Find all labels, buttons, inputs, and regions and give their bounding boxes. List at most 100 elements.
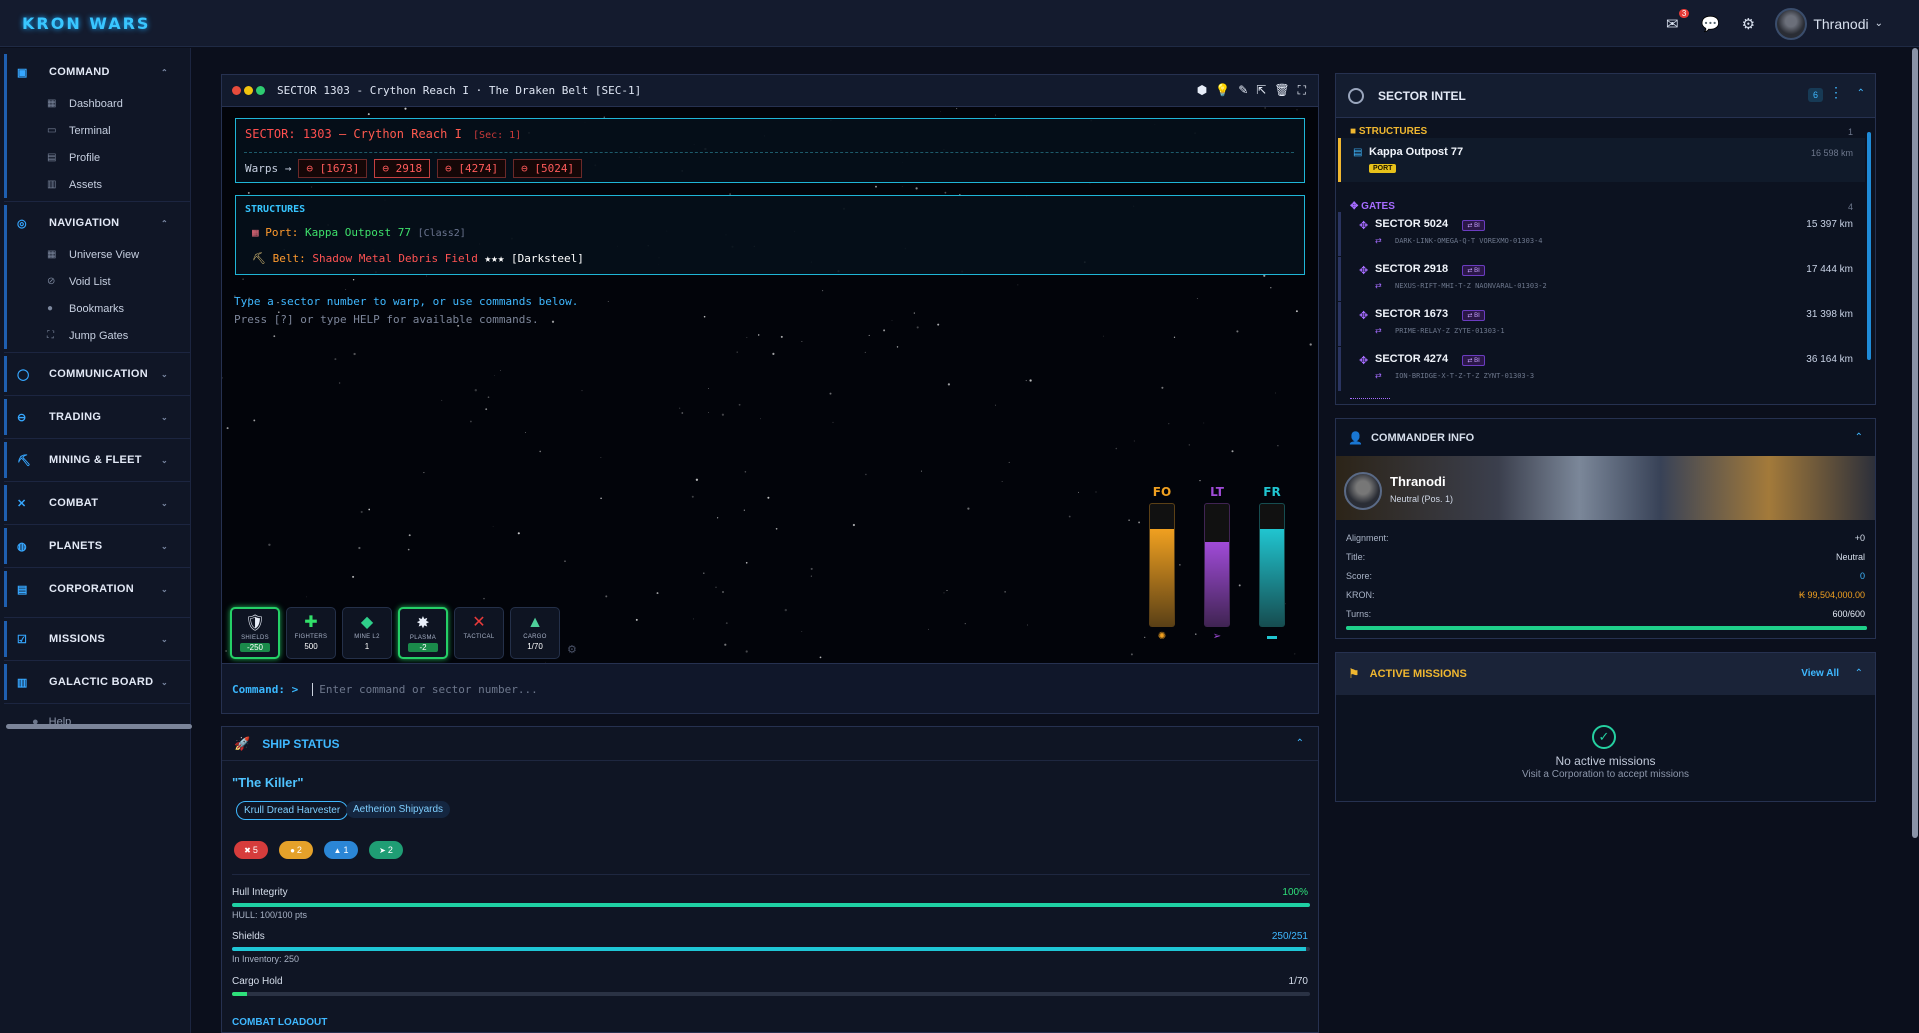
slot-fighters[interactable]: ✚ FIGHTERS 500 [286, 607, 336, 659]
more-icon[interactable]: ⋮ [1829, 84, 1843, 101]
star [222, 377, 223, 379]
fullscreen-icon[interactable]: ⛶ [1298, 83, 1306, 98]
ship-class-pill[interactable]: Krull Dread Harvester [236, 801, 349, 820]
sidebar-item-assets[interactable]: ▥ Assets [7, 171, 190, 198]
user-menu[interactable]: Thranodi ⌄ [1775, 7, 1883, 40]
warp-button-2918[interactable]: ⊖ 2918 [374, 159, 431, 178]
cube-icon[interactable]: ⬢ [1197, 83, 1207, 98]
command-input[interactable] [312, 683, 1293, 696]
bulb-icon[interactable]: 💡 [1215, 83, 1230, 98]
app-logo[interactable]: KRON WARS [22, 14, 150, 33]
intel-scrollbar[interactable] [1867, 132, 1871, 360]
sidebar-item-jump-gates[interactable]: ⛶ Jump Gates [7, 322, 190, 349]
nav-head-missions[interactable]: ☑ MISSIONS ⌄ [7, 621, 190, 657]
sidebar-item-void-list[interactable]: ⊘ Void List [7, 268, 190, 295]
intel-port-row[interactable]: ▤ Kappa Outpost 77 PORT 16 598 km [1338, 138, 1865, 182]
ship-status-header[interactable]: 🚀 SHIP STATUS ⌃ [222, 727, 1318, 761]
ship-chip[interactable]: ● 2 [279, 841, 313, 859]
pen-off-icon[interactable]: ✎ [1238, 83, 1248, 98]
slot-mine-l2[interactable]: ◆ MINE L2 1 [342, 607, 392, 659]
warp-label: [1673] [319, 162, 360, 175]
star [470, 420, 472, 423]
shields-value: 250/251 [1271, 931, 1308, 942]
nav-head-command[interactable]: ▣ COMMAND ⌃ [7, 54, 190, 90]
gauge-tube [1259, 503, 1285, 627]
star [1068, 515, 1071, 518]
terminal-toolbar: ⬢ 💡 ✎ ⇱ 🗑 ⛶ [1197, 83, 1306, 98]
trash-icon[interactable]: 🗑 [1274, 83, 1289, 98]
star [724, 643, 727, 646]
window-maximize-dot[interactable] [256, 86, 265, 95]
nav-head-mining-fleet[interactable]: ⛏ MINING & FLEET ⌄ [7, 442, 190, 478]
gate-icon: ✥ [1359, 220, 1369, 232]
nav-head-trading[interactable]: ⊖ TRADING ⌄ [7, 399, 190, 435]
sidebar-item-terminal[interactable]: ▭ Terminal [7, 117, 190, 144]
nav-head-corporation[interactable]: ▤ CORPORATION ⌄ [7, 571, 190, 607]
page-scrollbar[interactable] [1912, 48, 1918, 838]
structures-label: STRUCTURES [245, 204, 306, 215]
ship-chip[interactable]: ▲ 1 [324, 841, 358, 859]
star [810, 567, 813, 570]
gear-icon[interactable]: ⚙ [1737, 13, 1759, 35]
combat-loadout-label[interactable]: COMBAT LOADOUT [232, 1017, 327, 1028]
settings-small-icon[interactable]: ⚙ [567, 643, 577, 656]
nav-head-navigation[interactable]: ◎ NAVIGATION ⌃ [7, 205, 190, 241]
warp-button-5024[interactable]: ⊖ [5024] [513, 159, 583, 178]
slot-shields[interactable]: 🛡 SHIELDS -250 [230, 607, 280, 659]
intel-gate-row[interactable]: ✥ SECTOR 5024 ⇄ BI 15 397 km ⇄ DARK-LINK-OMEG… [1338, 212, 1865, 256]
chevron-up-icon[interactable]: ⌃ [1855, 432, 1863, 443]
intel-gate-row[interactable]: ✥ SECTOR 1673 ⇄ BI 31 398 km ⇄ PRIME-RELAY-Z … [1338, 302, 1865, 346]
external-link-icon[interactable]: ⇱ [1256, 83, 1266, 98]
window-minimize-dot[interactable] [244, 86, 253, 95]
ship-chip[interactable]: ➤ 2 [369, 841, 403, 859]
chevron-up-icon[interactable]: ⌃ [1855, 668, 1863, 679]
gauge-fo[interactable]: FO ✺ [1144, 485, 1180, 642]
star [1138, 521, 1141, 524]
mining-icon: ⛏ [17, 454, 32, 467]
sidebar-scrollbar[interactable] [6, 724, 192, 729]
sidebar-item-help[interactable]: ● Help [0, 707, 190, 737]
star [964, 623, 966, 625]
intel-gate-row[interactable]: ✥ SECTOR 4274 ⇄ BI 36 164 km ⇄ ION-BRIDGE-X-T… [1338, 347, 1865, 391]
chevron-up-icon[interactable]: ⌃ [1296, 738, 1304, 749]
sidebar-item-universe-view[interactable]: ▦ Universe View [7, 241, 190, 268]
gauge-fr[interactable]: FR ▬ [1254, 485, 1290, 642]
nav-head-combat[interactable]: ✕ COMBAT ⌄ [7, 485, 190, 521]
gate-tag: ⇄ BI [1462, 355, 1485, 366]
nav-head-communication[interactable]: ◯ COMMUNICATION ⌄ [7, 356, 190, 392]
pin-icon: ● [47, 303, 54, 314]
chevron-up-icon[interactable]: ⌃ [1857, 88, 1865, 99]
warp-button-1673[interactable]: ⊖ [1673] [298, 159, 368, 178]
slot-plasma[interactable]: ✸ PLASMA -2 [398, 607, 448, 659]
nav-head-label: GALACTIC BOARD [49, 676, 154, 688]
star [1231, 450, 1234, 453]
view-all-link[interactable]: View All [1801, 668, 1839, 679]
slot-tactical[interactable]: ✕ TACTICAL [454, 607, 504, 659]
star [679, 407, 681, 409]
star [311, 186, 313, 188]
intel-gate-row[interactable]: ✥ SECTOR 2918 ⇄ BI 17 444 km ⇄ NEXUS-RIFT-MHI… [1338, 257, 1865, 301]
structure-belt-row[interactable]: ⛏ Belt: Shadow Metal Debris Field ★★★ [D… [252, 252, 584, 265]
chip-value: 2 [387, 845, 393, 855]
chat-icon: ◯ [17, 368, 30, 381]
star [901, 185, 903, 187]
sidebar-item-dashboard[interactable]: ▦ Dashboard [7, 90, 190, 117]
gauge-lt[interactable]: LT ➢ [1199, 485, 1235, 642]
divider [4, 395, 190, 396]
warp-button-4274[interactable]: ⊖ [4274] [437, 159, 507, 178]
divider [4, 481, 190, 482]
window-close-dot[interactable] [232, 86, 241, 95]
chevron-up-icon: ⌃ [160, 218, 168, 228]
sidebar-item-profile[interactable]: ▤ Profile [7, 144, 190, 171]
nav-head-planets[interactable]: ◍ PLANETS ⌄ [7, 528, 190, 564]
mail-icon[interactable]: ✉ 3 [1661, 8, 1690, 35]
chevron-down-icon: ⌄ [1874, 18, 1883, 29]
nav-head-galactic-board[interactable]: ▥ GALACTIC BOARD ⌄ [7, 664, 190, 700]
ship-chip[interactable]: ✖ 5 [234, 841, 268, 859]
slot-cargo[interactable]: ▲ CARGO 1/70 [510, 607, 560, 659]
ship-maker-pill[interactable]: Aetherion Shipyards [346, 801, 451, 818]
profile-icon: ▤ [47, 152, 57, 163]
sidebar-item-bookmarks[interactable]: ● Bookmarks [7, 295, 190, 322]
structure-port-row[interactable]: ▦ Port: Kappa Outpost 77 [Class2] [252, 226, 466, 239]
chat-icon[interactable]: 💬 [1699, 13, 1721, 35]
